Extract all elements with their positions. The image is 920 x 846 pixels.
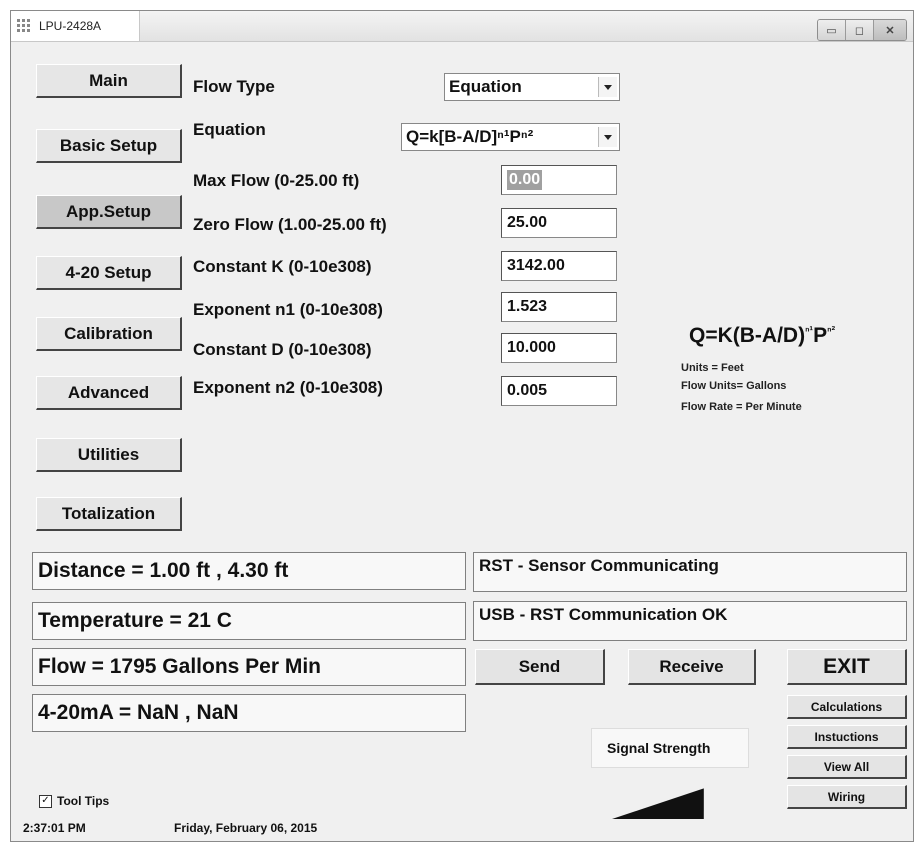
equation-value: Q=k[B-A/D]ⁿ¹Pⁿ² (406, 127, 534, 146)
formula-exponent-1: ⁿ¹ (805, 325, 814, 337)
flow-units-text: Flow Units= Gallons (681, 380, 787, 392)
tooltips-label: Tool Tips (57, 794, 110, 808)
nav-calibration-button[interactable]: Calibration (36, 317, 182, 351)
current-reading: 4-20mA = NaN , NaN (32, 694, 466, 732)
nav-app-setup-button[interactable]: App.Setup (36, 195, 182, 229)
wiring-button[interactable]: Wiring (787, 785, 907, 809)
distance-reading: Distance = 1.00 ft , 4.30 ft (32, 552, 466, 590)
formula-display: Q=K(B-A/D)ⁿ¹Pⁿ² (689, 324, 835, 348)
nav-advanced-button[interactable]: Advanced (36, 376, 182, 410)
flow-type-label: Flow Type (193, 77, 275, 96)
constant-d-label: Constant D (0-10e308) (193, 340, 372, 359)
clock-date: Friday, February 06, 2015 (174, 821, 318, 835)
chevron-down-icon[interactable] (598, 77, 617, 97)
view-all-button[interactable]: View All (787, 755, 907, 779)
nav-utilities-button[interactable]: Utilities (36, 438, 182, 472)
flow-rate-text: Flow Rate = Per Minute (681, 401, 802, 413)
formula-base: Q=K(B-A/D) (689, 324, 806, 347)
temperature-reading: Temperature = 21 C (32, 602, 466, 640)
nav-basic-setup-button[interactable]: Basic Setup (36, 129, 182, 163)
clock-time: 2:37:01 PM (23, 821, 86, 835)
max-flow-label: Max Flow (0-25.00 ft) (193, 171, 360, 190)
app-window: LPU-2428A ▭ ◻ ✕ Main Basic Setup App.Set… (10, 10, 914, 842)
constant-k-label: Constant K (0-10e308) (193, 257, 372, 276)
chevron-down-icon[interactable] (598, 127, 617, 147)
signal-strength-fill (612, 788, 704, 819)
sensor-status: RST - Sensor Communicating (473, 552, 907, 592)
calculations-button[interactable]: Calculations (787, 695, 907, 719)
instructions-button[interactable]: Instuctions (787, 725, 907, 749)
constant-k-input[interactable]: 3142.00 (501, 251, 617, 281)
nav-totalization-button[interactable]: Totalization (36, 497, 182, 531)
signal-strength-bar (612, 788, 704, 819)
title-tab: LPU-2428A (11, 11, 140, 41)
constant-d-input[interactable]: 10.000 (501, 333, 617, 363)
equation-label: Equation (193, 120, 266, 139)
maximize-button[interactable]: ◻ (846, 20, 874, 40)
exponent-n2-input[interactable]: 0.005 (501, 376, 617, 406)
app-icon (17, 19, 33, 33)
signal-strength-label: Signal Strength (607, 740, 711, 756)
flow-type-select[interactable]: Equation (444, 73, 620, 101)
nav-main-button[interactable]: Main (36, 64, 182, 98)
receive-button[interactable]: Receive (628, 649, 756, 685)
flow-reading: Flow = 1795 Gallons Per Min (32, 648, 466, 686)
formula-exponent-2: ⁿ² (827, 325, 836, 337)
equation-select[interactable]: Q=k[B-A/D]ⁿ¹Pⁿ² (401, 123, 620, 151)
window-title: LPU-2428A (39, 19, 102, 33)
check-icon: ✓ (41, 795, 50, 806)
exponent-n2-label: Exponent n2 (0-10e308) (193, 378, 383, 397)
flow-type-value: Equation (449, 77, 522, 96)
window-controls: ▭ ◻ ✕ (817, 19, 907, 41)
minimize-button[interactable]: ▭ (818, 20, 846, 40)
units-text: Units = Feet (681, 362, 744, 374)
max-flow-value: 0.00 (507, 170, 543, 190)
exponent-n1-label: Exponent n1 (0-10e308) (193, 300, 383, 319)
usb-status: USB - RST Communication OK (473, 601, 907, 641)
exponent-n1-input[interactable]: 1.523 (501, 292, 617, 322)
max-flow-input[interactable]: 0.00 (501, 165, 617, 195)
title-bar: LPU-2428A ▭ ◻ ✕ (11, 11, 913, 42)
exit-button[interactable]: EXIT (787, 649, 907, 685)
zero-flow-label: Zero Flow (1.00-25.00 ft) (193, 215, 387, 234)
close-button[interactable]: ✕ (874, 20, 906, 40)
tooltips-checkbox[interactable]: ✓ (39, 795, 52, 808)
formula-p: P (813, 324, 828, 347)
zero-flow-input[interactable]: 25.00 (501, 208, 617, 238)
send-button[interactable]: Send (475, 649, 605, 685)
nav-4-20-setup-button[interactable]: 4-20 Setup (36, 256, 182, 290)
